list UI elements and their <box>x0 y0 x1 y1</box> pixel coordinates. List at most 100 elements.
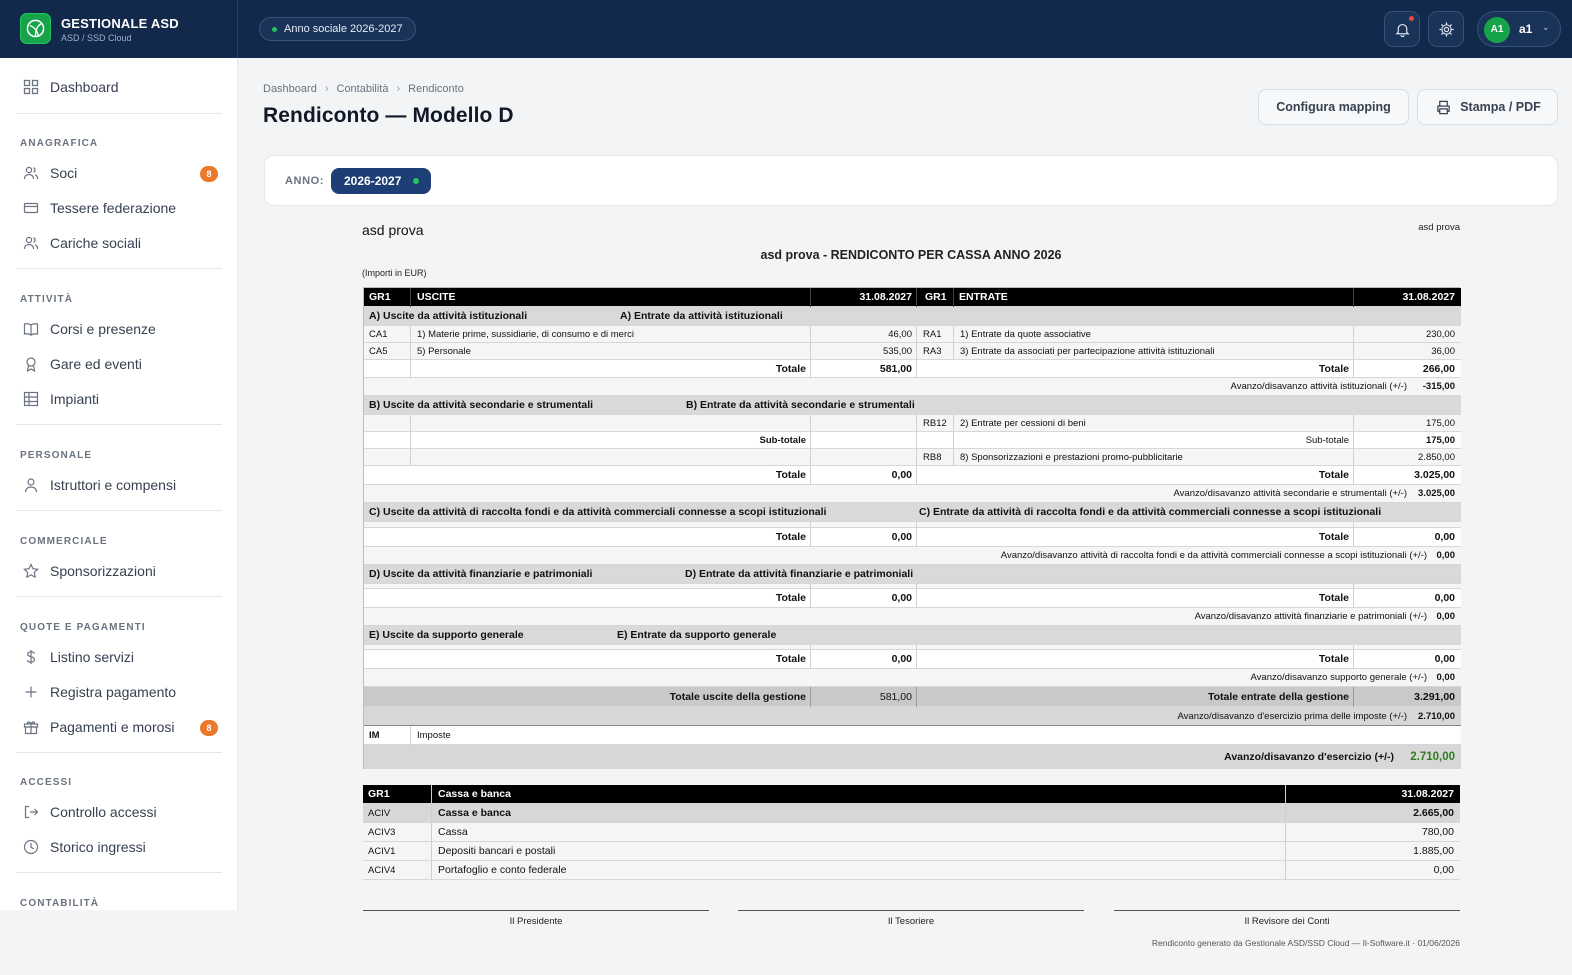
sidebar-item-impianti[interactable]: Impianti <box>20 384 220 414</box>
total-row: Totale 0,00 Totale 3.025,00 <box>364 466 1461 485</box>
grid-line <box>410 326 411 378</box>
plus-icon <box>25 686 37 698</box>
table-row: ACIV1 Depositi bancari e postali 1.885,0… <box>363 842 1460 861</box>
section-title: C) Uscite da attività di raccolta fondi … <box>369 506 827 518</box>
avanzo-value: 0,00 <box>1436 672 1456 683</box>
table-row: ACIV Cassa e banca 2.665,00 <box>363 804 1460 823</box>
page-title: Rendiconto — Modello D <box>263 104 514 127</box>
subtotal-label: Sub-totale <box>1305 435 1349 446</box>
sidebar-item-controllo-accessi[interactable]: Controllo accessi <box>20 797 220 827</box>
season-pill[interactable]: Anno sociale 2026-2027 <box>259 17 416 41</box>
total-value: 0,00 <box>1434 653 1455 665</box>
report-org-name-right: asd prova <box>1418 222 1460 233</box>
sidebar-item-gare[interactable]: Gare ed eventi <box>20 349 220 379</box>
year-selector[interactable]: 2026-2027 <box>331 168 431 194</box>
brand[interactable]: GESTIONALE ASD ASD / SSD Cloud <box>0 0 238 58</box>
breadcrumb: Dashboard › Contabilità › Rendiconto <box>263 83 464 95</box>
imposte-row: IM Imposte <box>364 726 1461 745</box>
chevron-right-icon: › <box>396 83 401 95</box>
grid-line <box>916 584 917 608</box>
section-title-quote: QUOTE E PAGAMENTI <box>20 622 146 633</box>
user-menu-button[interactable]: A1 a1 ⌄ <box>1477 11 1561 47</box>
button-label: Configura mapping <box>1276 100 1391 114</box>
section-title: D) Uscite da attività finanziarie e patr… <box>369 568 593 580</box>
sidebar-item-registra-pagamento[interactable]: Registra pagamento <box>20 677 220 707</box>
sidebar-item-label: Listino servizi <box>50 649 135 665</box>
avanzo-label: Avanzo/disavanzo attività istituzionali … <box>1230 381 1407 392</box>
header-uscite: USCITE <box>417 291 456 303</box>
year-filter-label: ANNO: <box>285 175 325 187</box>
sidebar-item-listino[interactable]: Listino servizi <box>20 642 220 672</box>
table-header-row: GR1 Cassa e banca 31.08.2027 <box>363 785 1460 804</box>
avanzo-value: 0,00 <box>1436 611 1456 622</box>
sidebar-item-soci[interactable]: Soci 8 <box>20 158 220 188</box>
divider <box>16 596 222 597</box>
table-row: ACIV4 Portafoglio e conto federale 0,00 <box>363 861 1460 880</box>
sidebar-item-label: Impianti <box>50 391 100 407</box>
cell-value: 0,00 <box>1433 864 1454 876</box>
printer-icon <box>1437 100 1450 115</box>
sidebar-item-sponsorizzazioni[interactable]: Sponsorizzazioni <box>20 556 220 586</box>
print-pdf-button[interactable]: Stampa / PDF <box>1417 89 1558 125</box>
card-icon <box>23 202 39 214</box>
sidebar-item-corsi[interactable]: Corsi e presenze <box>20 314 220 344</box>
grid-line <box>1353 522 1354 547</box>
sidebar-item-pagamenti-morosi[interactable]: Pagamenti e morosi 8 <box>20 712 220 742</box>
app-logo-icon <box>20 13 51 44</box>
chevron-right-icon: › <box>324 83 329 95</box>
header-date-entrate: 31.08.2027 <box>1402 291 1455 303</box>
notifications-button[interactable] <box>1384 11 1420 47</box>
total-row: Totale 0,00 Totale 0,00 <box>364 528 1461 547</box>
sidebar-item-cariche[interactable]: Cariche sociali <box>20 228 220 258</box>
sidebar-item-dashboard[interactable]: Dashboard <box>20 72 220 102</box>
cell-code: RB12 <box>923 418 947 429</box>
breadcrumb-link-contabilita[interactable]: Contabilità <box>337 83 389 95</box>
configure-mapping-button[interactable]: Configura mapping <box>1258 89 1409 125</box>
total-label: Totale uscite della gestione <box>669 691 806 703</box>
section-e-title-row: E) Uscite da supporto generale E) Entrat… <box>364 626 1461 645</box>
avanzo-value: 2.710,00 <box>1418 711 1455 722</box>
subtotal-label: Sub-totale <box>759 435 806 446</box>
book-icon <box>23 323 39 336</box>
section-title: E) Entrate da supporto generale <box>617 629 777 641</box>
avanzo-label: Avanzo/disavanzo supporto generale (+/-) <box>1250 672 1427 683</box>
total-label: Totale <box>1318 469 1349 481</box>
year-value: 2026-2027 <box>344 174 402 188</box>
grid-line <box>916 645 917 669</box>
sidebar-item-tessere[interactable]: Tessere federazione <box>20 193 220 223</box>
total-label: Totale <box>1318 653 1349 665</box>
cell-value: 46,00 <box>888 329 912 340</box>
grid-line <box>953 326 954 360</box>
section-title-attivita: ATTIVITÀ <box>20 294 74 305</box>
total-label: Totale <box>1318 592 1349 604</box>
avanzo-row: Avanzo/disavanzo attività finanziarie e … <box>364 608 1461 626</box>
breadcrumb-link-dashboard[interactable]: Dashboard <box>263 83 317 95</box>
cell-code: RA3 <box>923 346 942 357</box>
cell-code: RB8 <box>923 452 942 463</box>
total-value: 3.291,00 <box>1414 691 1455 703</box>
sidebar-item-istruttori[interactable]: Istruttori e compensi <box>20 470 220 500</box>
header-date-uscite: 31.08.2027 <box>859 291 912 303</box>
total-value: 0,00 <box>891 469 912 481</box>
cell-desc: 3) Entrate da associati per partecipazio… <box>960 346 1215 357</box>
report-title: asd prova - RENDICONTO PER CASSA ANNO 20… <box>760 248 1062 262</box>
total-row: Totale 0,00 Totale 0,00 <box>364 650 1461 669</box>
section-title-accessi: ACCESSI <box>20 777 73 788</box>
settings-button[interactable] <box>1428 11 1464 47</box>
sidebar-item-label: Registra pagamento <box>50 684 177 700</box>
grid-line <box>916 522 917 547</box>
bell-icon <box>1395 23 1410 38</box>
grid-line <box>810 415 811 485</box>
total-label: Totale <box>775 363 806 375</box>
grid-line <box>1353 326 1354 378</box>
sidebar-item-storico-ingressi[interactable]: Storico ingressi <box>20 832 220 862</box>
cell-desc: Cassa e banca <box>438 807 511 819</box>
count-badge: 8 <box>200 720 218 736</box>
top-bar: GESTIONALE ASD ASD / SSD Cloud Anno soci… <box>0 0 1572 58</box>
total-row: Totale 0,00 Totale 0,00 <box>364 589 1461 608</box>
total-label: Totale <box>1318 363 1349 375</box>
status-dot-icon <box>272 27 277 32</box>
subtotal-value: 175,00 <box>1425 435 1455 446</box>
section-title-contabilita: CONTABILITÀ <box>20 898 100 909</box>
total-value: 581,00 <box>879 691 912 703</box>
